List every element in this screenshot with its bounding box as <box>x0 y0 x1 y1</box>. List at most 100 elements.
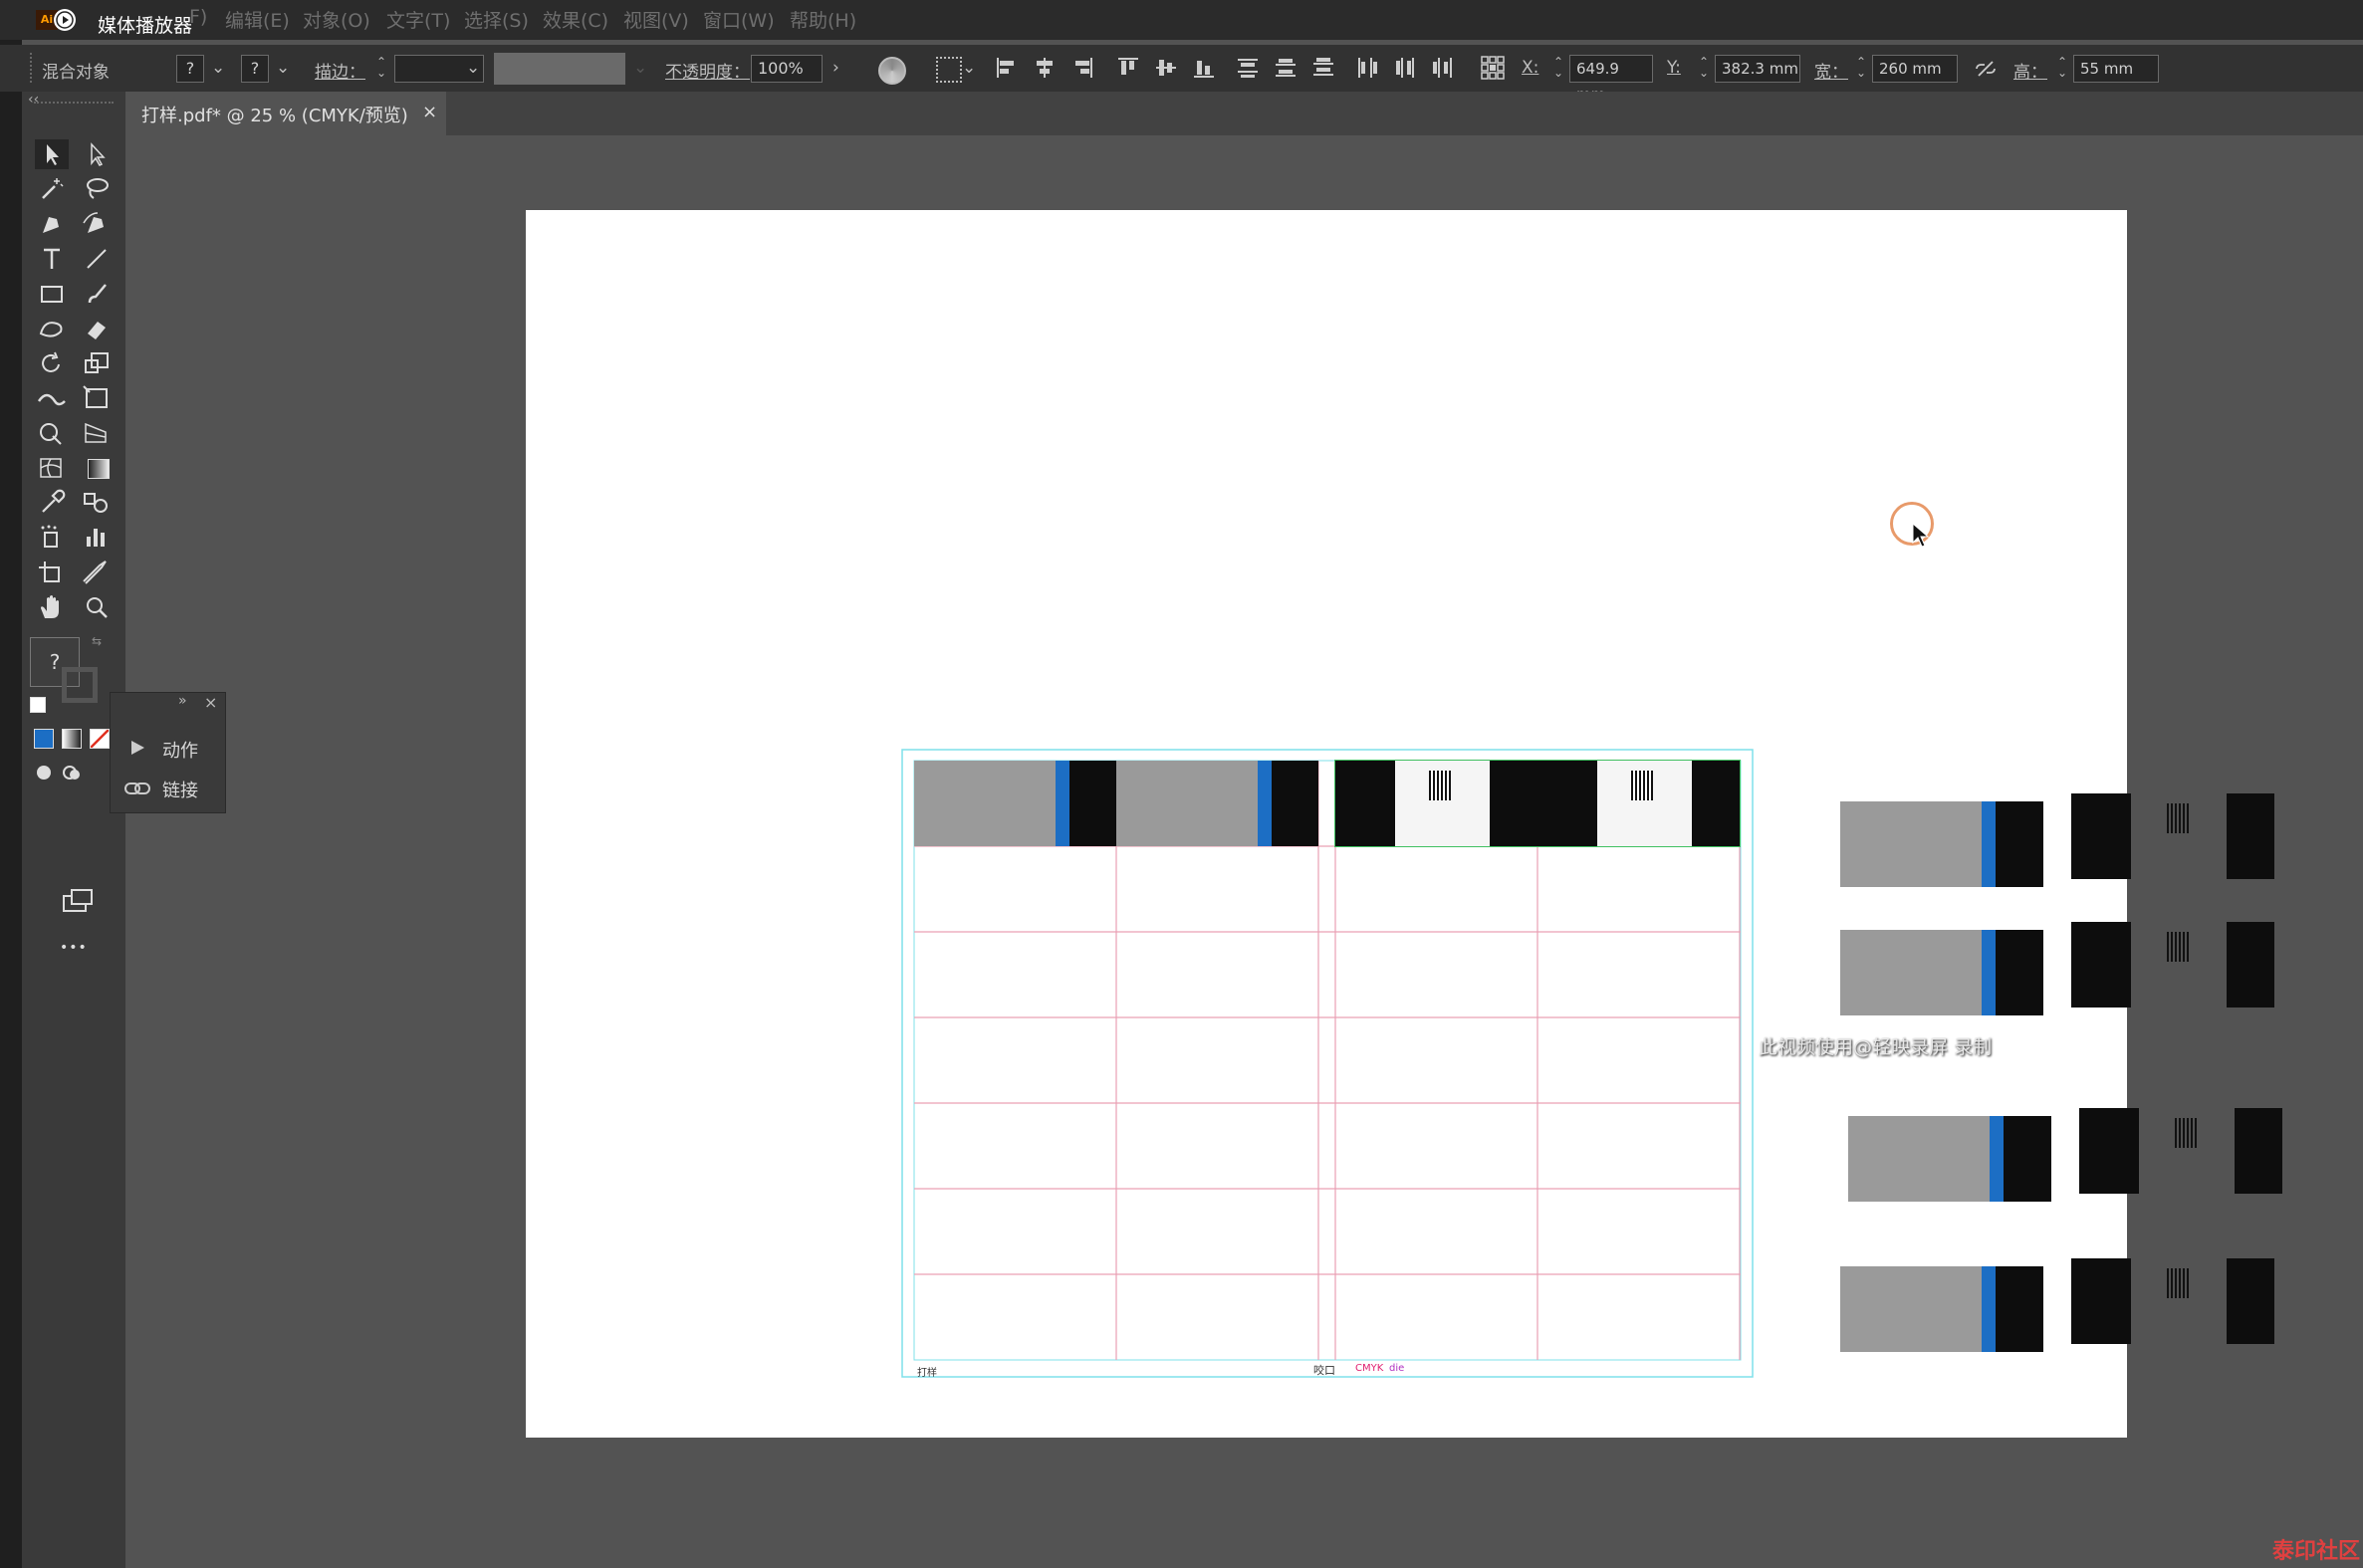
width-stepper-icon[interactable]: ⌃ ⌄ <box>1856 56 1866 79</box>
menu-help[interactable]: 帮助(H) <box>790 6 856 33</box>
type-tool-icon[interactable] <box>35 244 69 274</box>
blend-tool-icon[interactable] <box>80 488 114 518</box>
stroke-label[interactable]: 描边： <box>315 58 365 83</box>
curvature-tool-icon[interactable] <box>80 209 114 239</box>
selection-bounding-box[interactable] <box>1334 760 1741 847</box>
align-right-icon[interactable] <box>1069 55 1095 81</box>
perspective-grid-icon[interactable] <box>80 418 114 448</box>
menu-effect[interactable]: 效果(C) <box>543 6 608 33</box>
direct-selection-tool-icon[interactable] <box>80 139 114 169</box>
links-panel-button[interactable]: 链接 <box>120 775 220 802</box>
chevron-down-icon[interactable]: ⌄ <box>633 58 647 78</box>
distribute-top-icon[interactable] <box>1235 55 1261 81</box>
pasteboard-package[interactable] <box>1840 801 2043 887</box>
menu-view[interactable]: 视图(V) <box>623 6 689 33</box>
slice-tool-icon[interactable] <box>80 558 114 587</box>
selection-tool-icon[interactable] <box>35 139 69 169</box>
free-transform-icon[interactable] <box>80 383 114 413</box>
recolor-icon[interactable] <box>878 57 906 85</box>
menu-edit[interactable]: 编辑(E) <box>225 6 290 33</box>
opacity-label[interactable]: 不透明度： <box>665 58 750 83</box>
grip-handle[interactable] <box>30 53 36 83</box>
pasteboard-package[interactable] <box>1840 930 2043 1015</box>
x-field[interactable]: 649.9 mm <box>1569 55 1653 104</box>
pasteboard-package[interactable] <box>1848 1116 2051 1202</box>
chevron-down-icon[interactable]: ⌄ <box>466 58 480 78</box>
distribute-right-icon[interactable] <box>1430 55 1456 81</box>
mesh-tool-icon[interactable] <box>35 453 69 483</box>
align-top-icon[interactable] <box>1115 55 1141 81</box>
menu-window[interactable]: 窗口(W) <box>703 6 775 33</box>
zoom-tool-icon[interactable] <box>80 592 114 622</box>
align-hcenter-icon[interactable] <box>1032 55 1058 81</box>
menu-type[interactable]: 文字(T) <box>386 6 450 33</box>
reference-point-icon[interactable] <box>1480 55 1506 81</box>
graph-tool-icon[interactable] <box>80 523 114 553</box>
y-label[interactable]: Y: <box>1667 58 1681 78</box>
close-icon[interactable]: × <box>204 693 217 712</box>
eraser-icon[interactable] <box>80 314 114 343</box>
chevron-down-icon[interactable]: ⌄ <box>962 58 976 78</box>
actions-panel-button[interactable]: 动作 <box>120 735 220 763</box>
pasteboard-package[interactable] <box>1840 1266 2043 1352</box>
height-field[interactable]: 55 mm <box>2073 55 2159 83</box>
distribute-bottom-icon[interactable] <box>1310 55 1336 81</box>
menu-select[interactable]: 选择(S) <box>464 6 529 33</box>
stroke-color-swatch[interactable] <box>62 667 98 703</box>
gradient-tool-icon[interactable] <box>80 453 114 483</box>
chevron-right-icon[interactable]: › <box>832 58 839 78</box>
brush-style-field[interactable] <box>494 53 625 85</box>
lasso-icon[interactable] <box>80 174 114 204</box>
distribute-hcenter-icon[interactable] <box>1392 55 1418 81</box>
paintbrush-icon[interactable] <box>80 279 114 309</box>
shaper-tool-icon[interactable] <box>35 314 69 343</box>
close-icon[interactable]: × <box>422 102 437 122</box>
swap-colors-icon[interactable]: ⇆ <box>92 634 106 648</box>
draw-normal-icon[interactable] <box>34 764 54 782</box>
pasteboard-package[interactable] <box>2071 1258 2274 1344</box>
package-front-panel[interactable] <box>1116 761 1258 846</box>
shape-builder-icon[interactable] <box>35 418 69 448</box>
color-mode-icon[interactable] <box>34 729 54 749</box>
default-colors-icon[interactable] <box>30 697 46 713</box>
line-tool-icon[interactable] <box>80 244 114 274</box>
width-tool-icon[interactable] <box>35 383 69 413</box>
screen-mode-icon[interactable] <box>62 888 94 914</box>
stroke-swatch[interactable]: ? <box>241 55 269 83</box>
hand-tool-icon[interactable] <box>35 592 69 622</box>
pasteboard-package[interactable] <box>2079 1108 2282 1194</box>
imposition-grid[interactable]: 打样 咬口 CMYK die <box>901 749 1754 1379</box>
y-stepper-icon[interactable]: ⌃ ⌄ <box>1699 56 1709 79</box>
align-bottom-icon[interactable] <box>1191 55 1217 81</box>
constrain-proportions-icon[interactable] <box>1974 59 1998 79</box>
rectangle-tool-icon[interactable] <box>35 279 69 309</box>
pen-tool-icon[interactable] <box>35 209 69 239</box>
scale-tool-icon[interactable] <box>80 348 114 378</box>
align-left-icon[interactable] <box>994 55 1020 81</box>
none-mode-icon[interactable] <box>90 729 110 749</box>
pasteboard-package[interactable] <box>2071 922 2274 1008</box>
symbol-sprayer-icon[interactable] <box>35 523 69 553</box>
align-vcenter-icon[interactable] <box>1153 55 1179 81</box>
package-front-panel[interactable] <box>914 761 1056 846</box>
magic-wand-icon[interactable] <box>35 174 69 204</box>
fill-swatch[interactable]: ? <box>176 55 204 83</box>
eyedropper-icon[interactable] <box>35 488 69 518</box>
artboard-tool-icon[interactable] <box>35 558 69 587</box>
pasteboard-package[interactable] <box>2071 793 2274 879</box>
x-stepper-icon[interactable]: ⌃ ⌄ <box>1553 56 1563 79</box>
width-field[interactable]: 260 mm <box>1872 55 1958 83</box>
distribute-vcenter-icon[interactable] <box>1273 55 1299 81</box>
expand-panel-icon[interactable]: » <box>178 693 187 709</box>
width-label[interactable]: 宽： <box>1814 58 1848 83</box>
y-field[interactable]: 382.3 mm <box>1715 55 1800 83</box>
opacity-field[interactable]: 100% <box>751 55 823 83</box>
grip-handle[interactable] <box>34 102 114 106</box>
chevron-down-icon[interactable]: ⌄ <box>211 58 225 78</box>
document-tab[interactable]: 打样.pdf* @ 25 % (CMYK/预览) × <box>127 92 446 135</box>
height-label[interactable]: 高： <box>2013 58 2047 83</box>
distribute-left-icon[interactable] <box>1354 55 1380 81</box>
draw-behind-icon[interactable] <box>62 764 82 782</box>
more-tools-icon[interactable]: ••• <box>60 940 88 956</box>
gradient-mode-icon[interactable] <box>62 729 82 749</box>
